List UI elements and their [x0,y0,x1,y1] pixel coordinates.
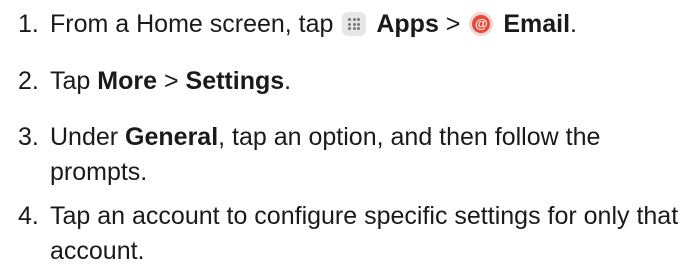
step-number: 3. [18,123,39,151]
email-at-glyph: @ [472,15,491,33]
step-text-part: From a Home screen, tap [50,10,334,38]
step-text: Tap More > Settings. [50,64,680,99]
step-number: 2. [18,67,39,95]
step-text-part: Under [50,123,119,151]
more-label: More [97,67,157,95]
step-text: Under General, tap an option, and then f… [50,120,650,190]
general-label: General [125,123,219,151]
separator: > [163,67,179,95]
separator: > [445,10,461,38]
email-label: Email [503,10,571,38]
apps-label: Apps [376,10,439,38]
period: . [284,67,292,95]
apps-grid-icon [342,12,367,36]
step-number: 4. [18,202,39,230]
email-at-icon: @ [469,12,494,36]
step-text: Tap an account to configure specific set… [50,202,679,265]
step-text-part: Tap [50,67,91,95]
step-number: 1. [18,10,39,38]
step-text: From a Home screen, tap Apps > @ Email. [50,7,680,42]
period: . [570,10,577,38]
settings-label: Settings [185,67,285,95]
